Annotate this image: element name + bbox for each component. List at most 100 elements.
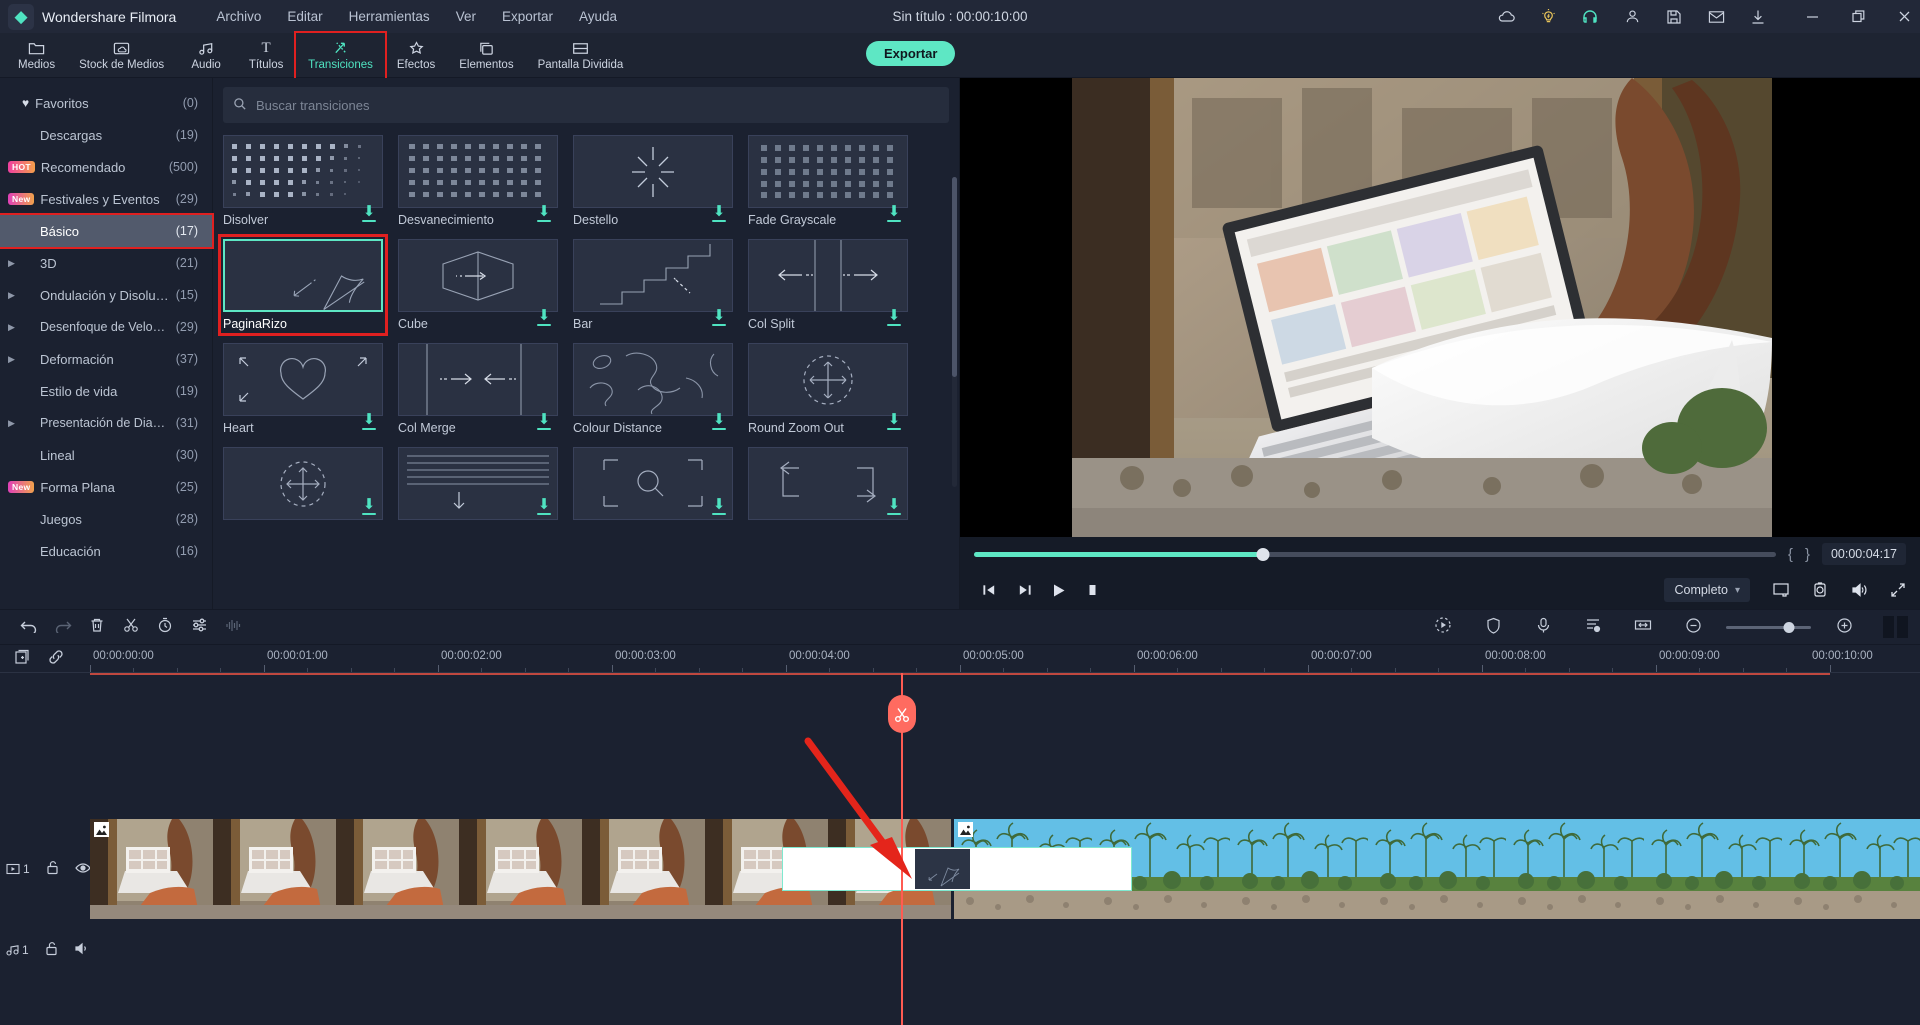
fit-timeline-icon[interactable] [1626, 618, 1660, 636]
stop-button[interactable] [1086, 583, 1099, 597]
play-button[interactable] [1052, 583, 1066, 598]
download-icon[interactable]: ⬇ [887, 412, 901, 430]
download-icon[interactable]: ⬇ [887, 308, 901, 326]
menu-item-archivo[interactable]: Archivo [216, 9, 261, 24]
mail-icon[interactable] [1706, 7, 1726, 27]
lightbulb-icon[interactable] [1538, 7, 1558, 27]
audio-track-body[interactable] [90, 935, 1920, 965]
toolbar-tab-efectos[interactable]: Efectos [385, 33, 447, 78]
search-input[interactable] [256, 97, 939, 113]
export-button[interactable]: Exportar [866, 41, 956, 66]
audio-wave-icon[interactable] [216, 618, 250, 637]
toolbar-tab-medios[interactable]: Medios [6, 33, 67, 78]
transition-item-bar[interactable]: ⬇ Bar [573, 239, 733, 331]
transition-item-destello[interactable]: ⬇ Destello [573, 135, 733, 227]
playback-progress-slider[interactable] [974, 547, 1776, 561]
timeline-ruler[interactable]: 00:00:00:00 00:00:01:00 00:00:02:00 00:0… [90, 645, 1920, 672]
sidebar-item-festivales-y-eventos[interactable]: New Festivales y Eventos (29) [0, 183, 212, 215]
chevron-right-icon[interactable]: ▶ [8, 258, 22, 269]
menu-item-herramientas[interactable]: Herramientas [349, 9, 430, 24]
chevron-right-icon[interactable]: ▶ [8, 322, 22, 333]
download-icon[interactable] [1748, 7, 1768, 27]
toolbar-tab-pantalla-dividida[interactable]: Pantalla Dividida [526, 33, 636, 78]
sidebar-item-forma-plana[interactable]: New Forma Plana (25) [0, 471, 212, 503]
video-preview[interactable] [960, 78, 1920, 537]
marker-list-icon[interactable] [1576, 617, 1610, 638]
browser-scrollbar-track[interactable] [952, 177, 957, 487]
transition-item-disolver[interactable]: ⬇ Disolver [223, 135, 383, 227]
playhead[interactable] [888, 673, 916, 1025]
screen-cast-icon[interactable] [1772, 582, 1790, 598]
scissors-icon[interactable] [888, 695, 916, 733]
transition-item-colour-distance[interactable]: ⬇ Colour Distance [573, 343, 733, 435]
sidebar-item-estilo-de-vida[interactable]: Estilo de vida (19) [0, 375, 212, 407]
download-icon[interactable]: ⬇ [712, 412, 726, 430]
mark-out-brace-icon[interactable]: } [1805, 546, 1810, 563]
timeline-zoom-slider[interactable] [1726, 621, 1811, 633]
transition-item-round-zoom-out[interactable]: ⬇ Round Zoom Out [748, 343, 908, 435]
sidebar-item-3d[interactable]: ▶ 3D (21) [0, 247, 212, 279]
menu-item-ver[interactable]: Ver [456, 9, 476, 24]
menu-item-exportar[interactable]: Exportar [502, 9, 553, 24]
download-icon[interactable]: ⬇ [887, 204, 901, 222]
download-icon[interactable]: ⬇ [712, 497, 726, 515]
video-track-body[interactable] [90, 819, 1920, 919]
transition-item-fade-grayscale[interactable]: ⬇ Fade Grayscale [748, 135, 908, 227]
add-track-icon[interactable] [14, 649, 30, 669]
download-icon[interactable]: ⬇ [712, 204, 726, 222]
sidebar-item-desenfoque-de-velocidad[interactable]: ▶ Desenfoque de Velocidad (29) [0, 311, 212, 343]
transition-item-paginarizo[interactable]: PaginaRizo [218, 234, 388, 336]
toolbar-tab-elementos[interactable]: Elementos [447, 33, 525, 78]
close-icon[interactable] [1894, 7, 1914, 27]
transition-item-swap-arrows[interactable]: ⬇ [748, 447, 908, 520]
split-scissors-icon[interactable] [114, 617, 148, 637]
adjust-sliders-icon[interactable] [182, 617, 216, 637]
transition-item-desvanecimiento[interactable]: ⬇ Desvanecimiento [398, 135, 558, 227]
zoom-out-icon[interactable] [1676, 617, 1710, 638]
download-icon[interactable]: ⬇ [537, 204, 551, 222]
transition-item-lines-down[interactable]: ⬇ [398, 447, 558, 520]
minimize-icon[interactable] [1802, 7, 1822, 27]
sidebar-item-favoritos[interactable]: ♥ Favoritos (0) [0, 87, 212, 119]
unlock-icon[interactable] [46, 860, 59, 878]
download-icon[interactable]: ⬇ [362, 412, 376, 430]
redo-icon[interactable] [46, 618, 80, 637]
toolbar-tab-transiciones[interactable]: Transiciones [294, 30, 387, 80]
headset-icon[interactable] [1580, 7, 1600, 27]
transition-item-col-split[interactable]: ⬇ Col Split [748, 239, 908, 331]
volume-icon[interactable] [1850, 582, 1868, 598]
transition-item-zoom-box[interactable]: ⬇ [573, 447, 733, 520]
speaker-icon[interactable] [74, 942, 90, 958]
voiceover-mic-icon[interactable] [1526, 617, 1560, 638]
motion-tracking-icon[interactable] [1426, 616, 1460, 638]
mark-in-brace-icon[interactable]: { [1788, 546, 1793, 563]
sidebar-item-ondulacion-y-disolucion[interactable]: ▶ Ondulación y Disolución (15) [0, 279, 212, 311]
sidebar-item-deformacion[interactable]: ▶ Deformación (37) [0, 343, 212, 375]
quality-selector[interactable]: Completo ▾ [1664, 578, 1750, 602]
transition-item-cube[interactable]: ⬇ Cube [398, 239, 558, 331]
toolbar-tab-audio[interactable]: Audio [176, 33, 236, 78]
link-icon[interactable] [48, 649, 64, 669]
download-icon[interactable]: ⬇ [537, 412, 551, 430]
chevron-right-icon[interactable]: ▶ [8, 354, 22, 365]
sidebar-item-presentacion-de-diapositivas[interactable]: ▶ Presentación de Diaposit... (31) [0, 407, 212, 439]
chevron-right-icon[interactable]: ▶ [8, 290, 22, 301]
download-icon[interactable]: ⬇ [362, 204, 376, 222]
download-icon[interactable]: ⬇ [712, 308, 726, 326]
sidebar-item-descargas[interactable]: Descargas (19) [0, 119, 212, 151]
undo-icon[interactable] [12, 618, 46, 637]
toolbar-tab-stock-de-medios[interactable]: Stock de Medios [67, 33, 176, 78]
sidebar-item-lineal[interactable]: Lineal (30) [0, 439, 212, 471]
account-icon[interactable] [1622, 7, 1642, 27]
browser-scrollbar-thumb[interactable] [952, 177, 957, 377]
eye-icon[interactable] [74, 862, 91, 877]
toolbar-tab-titulos[interactable]: T Títulos [236, 33, 296, 78]
snapshot-camera-icon[interactable] [1812, 582, 1828, 598]
unlock-icon[interactable] [45, 941, 58, 959]
sidebar-item-basico[interactable]: Básico (17) [0, 213, 214, 249]
transition-item-round-zoom-in[interactable]: ⬇ [223, 447, 383, 520]
speed-timer-icon[interactable] [148, 617, 182, 637]
save-icon[interactable] [1664, 7, 1684, 27]
download-icon[interactable]: ⬇ [362, 497, 376, 515]
download-icon[interactable]: ⬇ [537, 308, 551, 326]
